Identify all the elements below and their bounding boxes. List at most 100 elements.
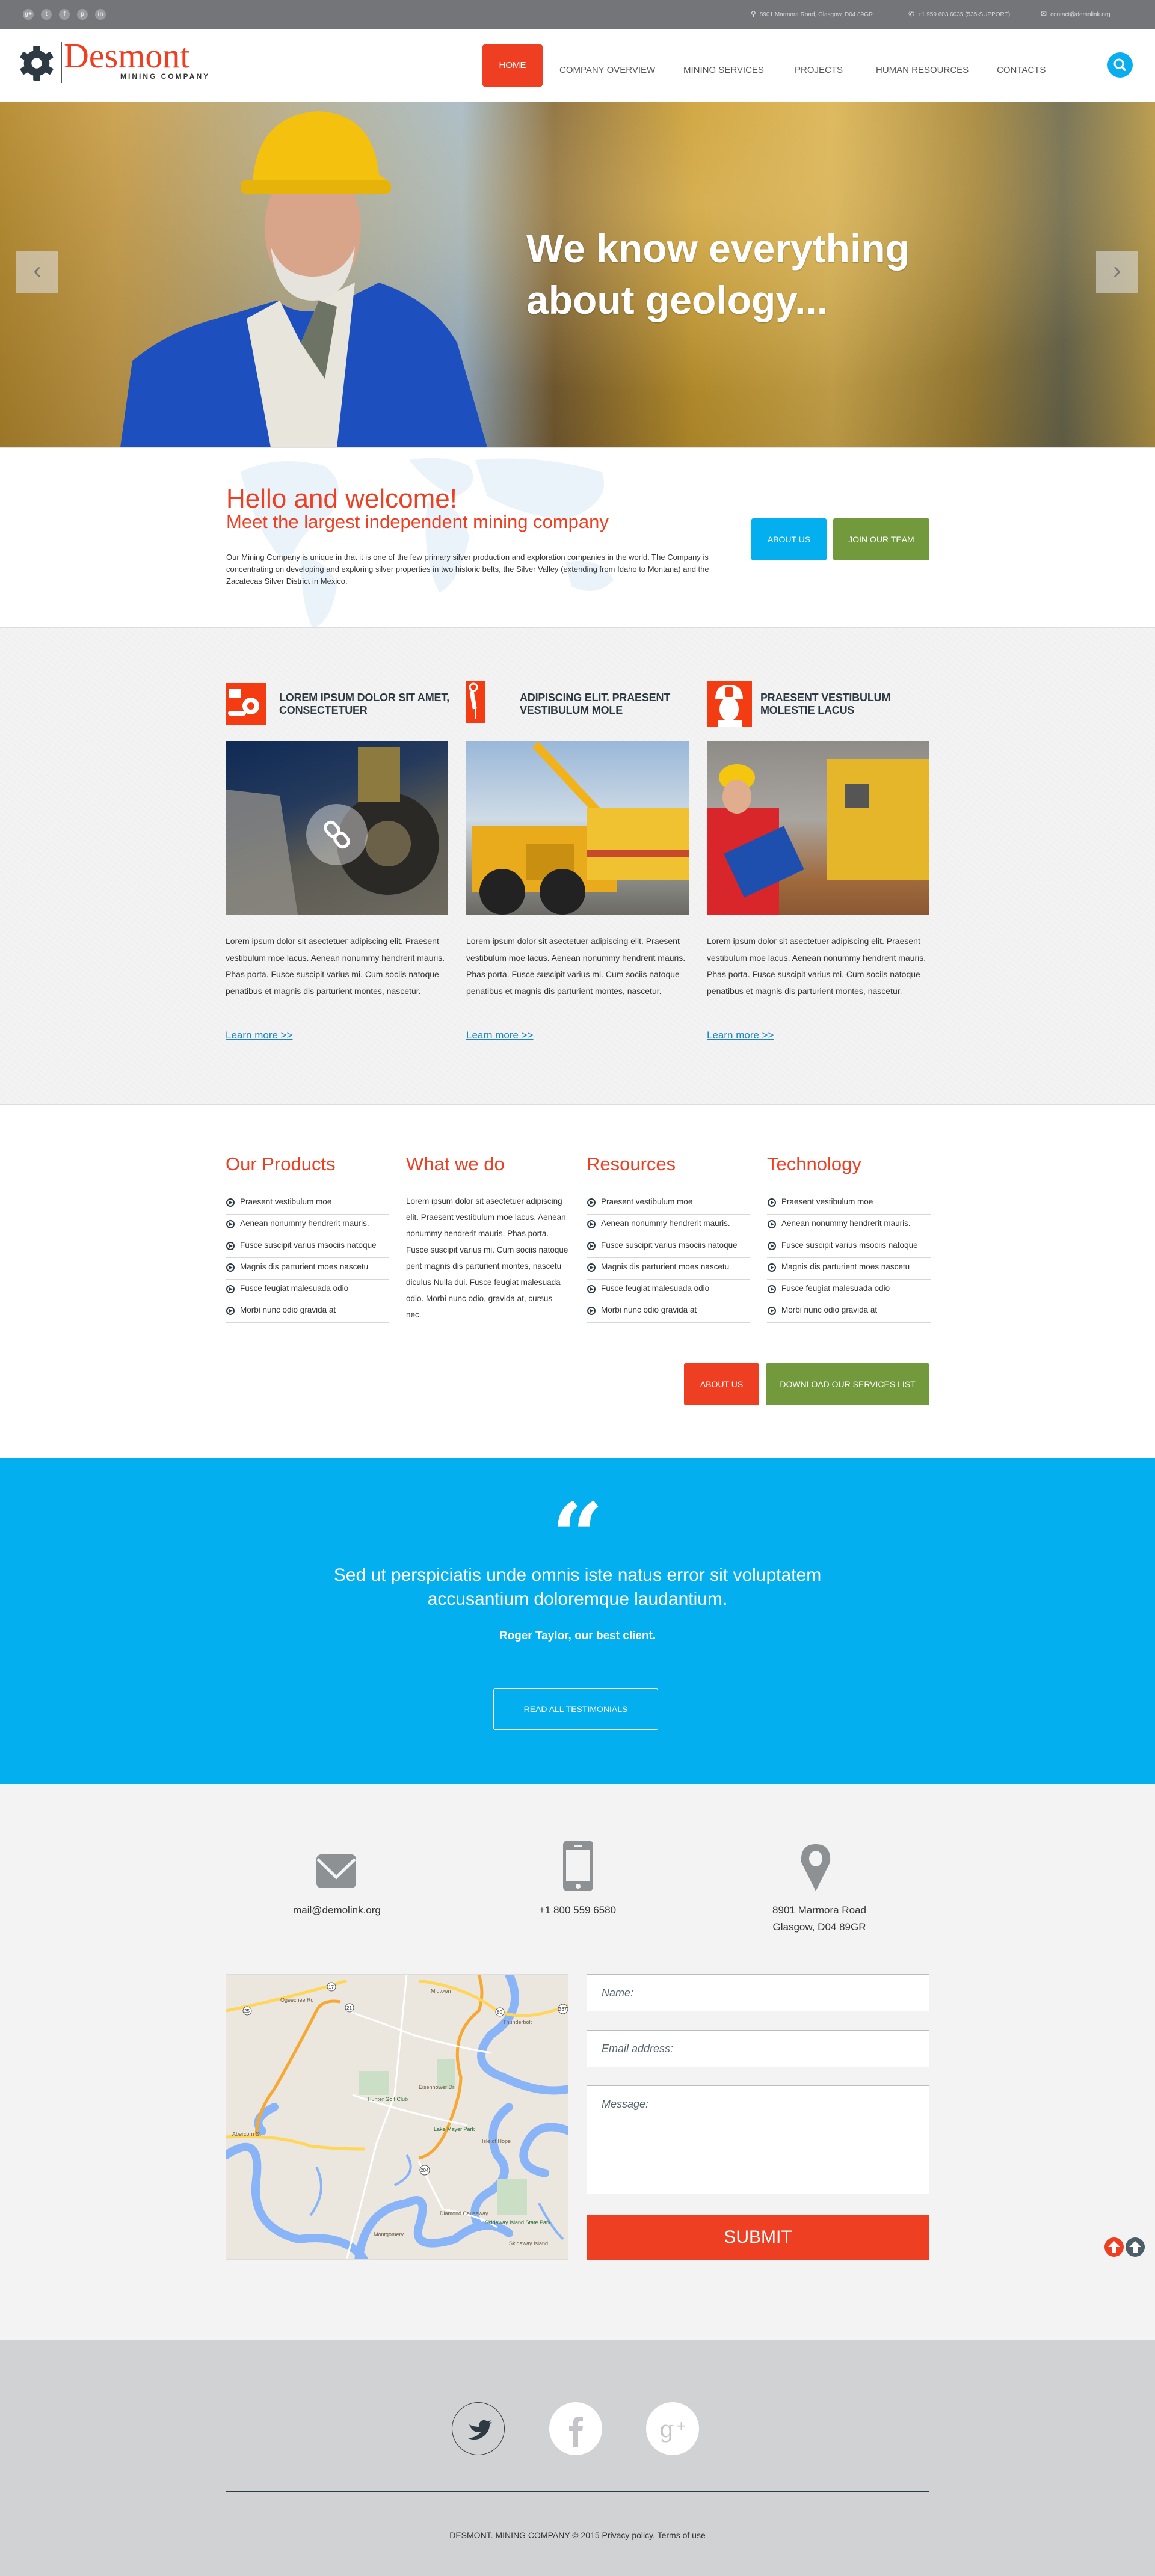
email-input[interactable]: Email address: xyxy=(587,2030,929,2067)
what-we-do-text: Lorem ipsum dolor sit asectetuer adipisc… xyxy=(406,1197,568,1319)
top-phone: ✆ +1 959 603 6035 (535-SUPPORT) xyxy=(908,10,1010,18)
arrow-circle-icon xyxy=(768,1220,776,1228)
read-all-testimonials-button[interactable]: READ ALL TESTIMONIALS xyxy=(493,1688,658,1730)
join-our-team-button[interactable]: JOIN OUR TEAM xyxy=(833,518,929,560)
testimonial-author: Roger Taylor, our best client. xyxy=(499,1630,656,1642)
list-item[interactable]: Aenean nonummy hendrerit mauris. xyxy=(767,1215,931,1236)
linkedin-icon[interactable]: in xyxy=(95,9,106,20)
arrow-circle-icon xyxy=(226,1242,235,1250)
list-item[interactable]: Morbi nunc odio gravida at xyxy=(767,1301,931,1323)
feature-image-2[interactable] xyxy=(466,741,689,915)
list-item-label: Aenean nonummy hendrerit mauris. xyxy=(781,1219,911,1228)
list-item[interactable]: Magnis dis parturient moes nascetu xyxy=(767,1258,931,1280)
map-shield: 204 xyxy=(420,2168,429,2173)
map-shield: 17 xyxy=(328,1984,334,1990)
slider-prev-button[interactable]: ‹ xyxy=(16,251,58,293)
learn-more-link-2[interactable]: Learn more >> xyxy=(466,1029,534,1041)
feature-title-1: LOREM IPSUM DOLOR SIT AMET, CONSECTETUER xyxy=(279,692,449,716)
feature-title-3: PRAESENT VESTIBULUM MOLESTIE LACUS xyxy=(760,692,891,716)
search-button[interactable] xyxy=(1107,52,1133,78)
feature-text-1: Lorem ipsum dolor sit asectetuer adipisc… xyxy=(226,936,445,996)
list-item[interactable]: Fusce feugiat malesuada odio xyxy=(226,1280,389,1301)
twitter-icon xyxy=(467,2420,492,2440)
arrow-circle-icon xyxy=(768,1242,776,1250)
nav-human-resources[interactable]: HUMAN RESOURCES xyxy=(876,65,969,77)
contact-email[interactable]: mail@demolink.org xyxy=(247,1902,427,1919)
top-address: ⚲ 8901 Marmora Road, Glasgow, D04 89GR. xyxy=(751,10,875,18)
arrow-circle-icon xyxy=(587,1263,596,1272)
feature-image-3[interactable] xyxy=(707,741,929,915)
arrow-up-icon xyxy=(1129,2241,1141,2253)
top-email[interactable]: ✉ contact@demolink.org xyxy=(1041,10,1110,18)
footer-google-plus-button[interactable]: g + xyxy=(646,2402,699,2455)
google-map[interactable]: Midtown Thunderbolt Hunter Golf Club Lak… xyxy=(226,1974,568,2260)
privacy-policy-link[interactable]: Privacy policy. xyxy=(602,2530,655,2540)
list-item-label: Fusce suscipit varius msociis natoque xyxy=(781,1240,918,1250)
miner-helmet-icon xyxy=(707,681,752,727)
arrow-circle-icon xyxy=(226,1285,235,1293)
arrow-circle-icon xyxy=(226,1263,235,1272)
gear-logo-icon[interactable] xyxy=(18,44,55,82)
about-us-button[interactable]: ABOUT US xyxy=(751,518,827,560)
list-item[interactable]: Fusce suscipit varius msociis natoque xyxy=(767,1236,931,1258)
jackhammer-icon xyxy=(466,681,485,723)
products-list: Praesent vestibulum moe Aenean nonummy h… xyxy=(226,1193,389,1323)
hero-title-line2: about geology... xyxy=(526,278,828,322)
list-item[interactable]: Magnis dis parturient moes nascetu xyxy=(226,1258,389,1280)
list-item[interactable]: Fusce suscipit varius msociis natoque xyxy=(587,1236,750,1258)
arrow-circle-icon xyxy=(768,1198,776,1207)
logo-name[interactable]: Desmont xyxy=(64,38,189,73)
contact-phone[interactable]: +1 800 559 6580 xyxy=(487,1902,668,1919)
list-item[interactable]: Morbi nunc odio gravida at xyxy=(587,1301,750,1323)
twitter-icon[interactable]: t xyxy=(41,9,52,20)
nav-mining-services[interactable]: MINING SERVICES xyxy=(683,65,764,77)
submit-button[interactable]: SUBMIT xyxy=(587,2215,929,2260)
facebook-icon[interactable]: f xyxy=(59,9,70,20)
learn-more-link-3[interactable]: Learn more >> xyxy=(707,1029,774,1041)
map-label: Isle of Hope xyxy=(482,2138,511,2144)
footer-divider xyxy=(226,2491,929,2492)
resources-heading: Resources xyxy=(587,1153,676,1174)
list-item[interactable]: Magnis dis parturient moes nascetu xyxy=(587,1258,750,1280)
footer-facebook-button[interactable] xyxy=(549,2402,602,2455)
scroll-to-top-button-red[interactable] xyxy=(1104,2237,1124,2257)
list-item[interactable]: Fusce feugiat malesuada odio xyxy=(767,1280,931,1301)
list-item[interactable]: Aenean nonummy hendrerit mauris. xyxy=(226,1215,389,1236)
name-input[interactable]: Name: xyxy=(587,1974,929,2011)
message-textarea[interactable]: Message: xyxy=(587,2085,929,2194)
list-item-label: Fusce feugiat malesuada odio xyxy=(240,1284,349,1293)
feature-image-1[interactable] xyxy=(226,741,448,915)
download-services-button[interactable]: DOWNLOAD OUR SERVICES LIST xyxy=(766,1363,929,1405)
list-item-label: Morbi nunc odio gravida at xyxy=(240,1305,336,1314)
top-email-link[interactable]: contact@demolink.org xyxy=(1050,11,1110,18)
top-bar: g+ t f p in ⚲ 8901 Marmora Road, Glasgow,… xyxy=(0,0,1155,29)
top-address-text: 8901 Marmora Road, Glasgow, D04 89GR. xyxy=(759,11,875,18)
list-item-label: Magnis dis parturient moes nascetu xyxy=(781,1262,910,1271)
list-item[interactable]: Morbi nunc odio gravida at xyxy=(226,1301,389,1323)
list-item-label: Fusce feugiat malesuada odio xyxy=(601,1284,710,1293)
about-us-button-2[interactable]: ABOUT US xyxy=(684,1363,759,1405)
footer-twitter-button[interactable] xyxy=(452,2402,505,2455)
terms-of-use-link[interactable]: Terms of use xyxy=(658,2530,706,2540)
pinterest-icon[interactable]: p xyxy=(77,9,88,20)
nav-company-overview[interactable]: COMPANY OVERVIEW xyxy=(559,65,655,77)
scroll-to-top-button-dark[interactable] xyxy=(1126,2237,1145,2257)
welcome-text: Our Mining Company is unique in that it … xyxy=(226,553,709,586)
list-item[interactable]: Praesent vestibulum moe xyxy=(767,1193,931,1215)
list-item[interactable]: Aenean nonummy hendrerit mauris. xyxy=(587,1215,750,1236)
nav-projects[interactable]: PROJECTS xyxy=(795,65,843,77)
nav-home[interactable]: HOME xyxy=(482,44,543,87)
slider-next-button[interactable]: › xyxy=(1096,251,1138,293)
list-item[interactable]: Praesent vestibulum moe xyxy=(226,1193,389,1215)
google-plus-icon[interactable]: g+ xyxy=(23,9,34,20)
list-item[interactable]: Fusce suscipit varius msociis natoque xyxy=(226,1236,389,1258)
learn-more-link-1[interactable]: Learn more >> xyxy=(226,1029,293,1041)
arrow-circle-icon xyxy=(226,1307,235,1315)
list-item[interactable]: Praesent vestibulum moe xyxy=(587,1193,750,1215)
arrow-circle-icon xyxy=(768,1263,776,1272)
nav-contacts[interactable]: CONTACTS xyxy=(997,65,1046,77)
welcome-title: Hello and welcome! xyxy=(226,484,457,514)
map-label: Skidaway Island State Park xyxy=(485,2219,551,2225)
link-overlay-button[interactable] xyxy=(306,804,368,865)
list-item[interactable]: Fusce feugiat malesuada odio xyxy=(587,1280,750,1301)
